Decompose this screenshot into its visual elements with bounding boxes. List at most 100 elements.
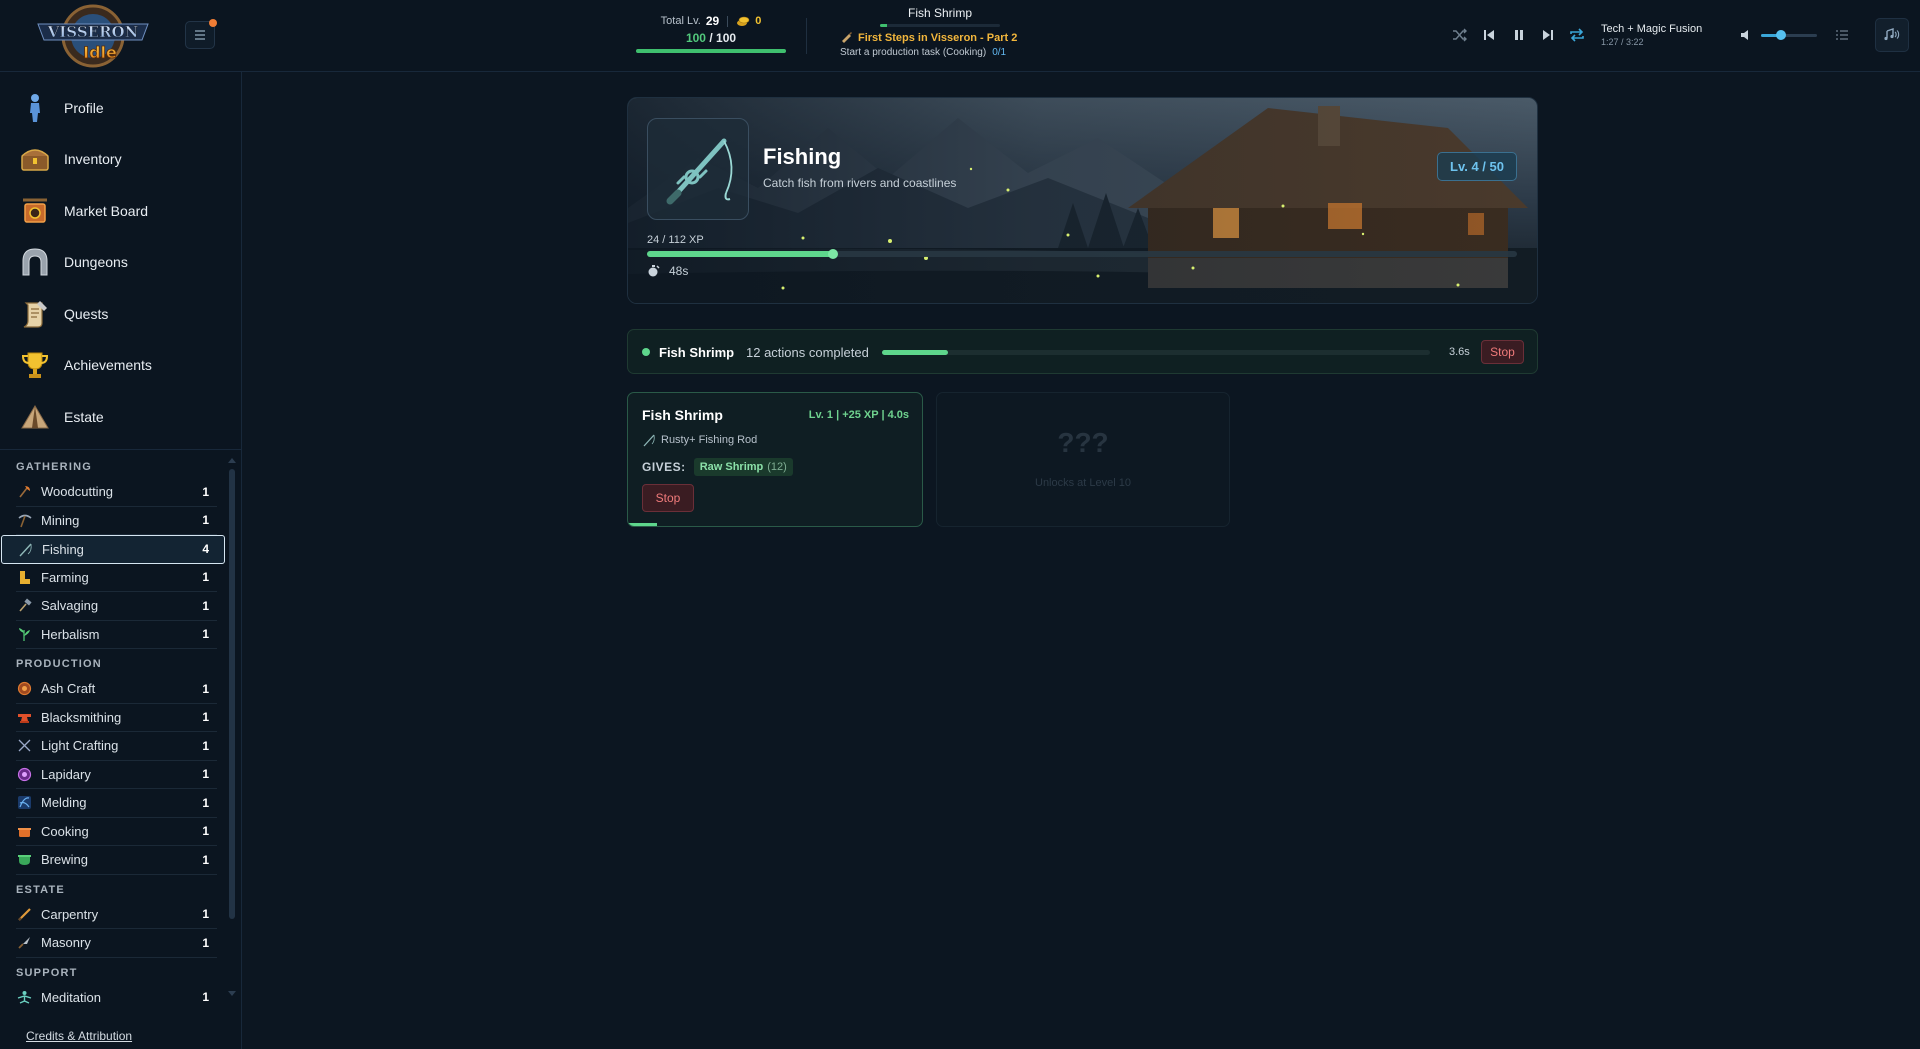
skill-woodcutting[interactable]: Woodcutting 1 bbox=[16, 478, 217, 507]
svg-text:Idle: Idle bbox=[83, 43, 117, 62]
skill-light-crafting[interactable]: Light Crafting 1 bbox=[16, 732, 217, 761]
active-task-count: 12 actions completed bbox=[746, 345, 869, 360]
playlist-button[interactable] bbox=[1835, 28, 1849, 46]
skill-label: Mining bbox=[41, 512, 80, 528]
skill-level: 1 bbox=[202, 710, 209, 725]
skill-level: 1 bbox=[202, 824, 209, 839]
nav-achievements[interactable]: Achievements bbox=[0, 340, 241, 392]
skill-label: Brewing bbox=[41, 852, 88, 868]
nav-quests[interactable]: Quests bbox=[0, 288, 241, 340]
reward-item-qty: (12) bbox=[767, 461, 787, 473]
skill-blacksmithing[interactable]: Blacksmithing 1 bbox=[16, 704, 217, 732]
skill-label: Meditation bbox=[41, 989, 101, 1005]
action-card-fish-shrimp[interactable]: Fish Shrimp Lv. 1 | +25 XP | 4.0s Rusty+… bbox=[627, 392, 923, 527]
total-level-panel: Total Lv. 29 0 100 / 100 bbox=[636, 14, 786, 53]
credits-link[interactable]: Credits & Attribution bbox=[26, 1029, 132, 1043]
scrollbar-thumb[interactable] bbox=[229, 469, 235, 919]
energy-bar bbox=[636, 49, 786, 53]
skill-lapidary[interactable]: Lapidary 1 bbox=[16, 761, 217, 789]
nav-estate[interactable]: Estate bbox=[0, 391, 241, 443]
pause-button[interactable] bbox=[1510, 26, 1528, 44]
skill-mining[interactable]: Mining 1 bbox=[16, 507, 217, 535]
skill-hero-banner: Fishing Catch fish from rivers and coast… bbox=[627, 97, 1538, 304]
track-title: Tech + Magic Fusion bbox=[1601, 23, 1703, 35]
shuffle-icon bbox=[1453, 28, 1467, 42]
skill-label: Carpentry bbox=[41, 906, 99, 922]
skill-xp-bar bbox=[647, 249, 1517, 259]
skill-label: Lapidary bbox=[41, 766, 91, 782]
skill-label: Melding bbox=[41, 795, 87, 811]
nav-label: Profile bbox=[64, 99, 104, 116]
locked-action-card: ??? Unlocks at Level 10 bbox=[936, 392, 1230, 527]
nav-label: Market Board bbox=[64, 202, 149, 219]
shuffle-button[interactable] bbox=[1451, 26, 1469, 44]
skill-herbalism[interactable]: Herbalism 1 bbox=[16, 621, 217, 649]
skill-label: Herbalism bbox=[41, 626, 100, 642]
active-task-name: Fish Shrimp bbox=[659, 345, 735, 360]
melding-icon bbox=[16, 795, 32, 811]
skill-melding[interactable]: Melding 1 bbox=[16, 789, 217, 818]
saw-icon bbox=[16, 906, 32, 922]
nav-profile[interactable]: Profile bbox=[0, 82, 241, 134]
sidebar-toggle-button[interactable] bbox=[185, 19, 217, 49]
active-task-bar: Fish Shrimp 12 actions completed 3.6s St… bbox=[627, 329, 1538, 374]
skill-level: 1 bbox=[202, 681, 209, 696]
current-action-progress bbox=[880, 24, 1000, 27]
skill-brewing[interactable]: Brewing 1 bbox=[16, 846, 217, 875]
hammer-icon bbox=[16, 598, 32, 614]
reward-item-pill: Raw Shrimp (12) bbox=[693, 458, 793, 476]
repeat-button[interactable] bbox=[1568, 26, 1586, 44]
quest-task: Start a production task (Cooking) bbox=[840, 47, 987, 58]
music-toggle-button[interactable] bbox=[1875, 18, 1909, 52]
action-tool-name: Rusty+ Fishing Rod bbox=[661, 434, 758, 446]
fishing-rod-icon bbox=[666, 138, 733, 205]
gold-value: 0 bbox=[755, 15, 762, 27]
music-note-icon bbox=[1884, 28, 1900, 41]
skill-label: Farming bbox=[41, 569, 89, 585]
locked-mystery-text: ??? bbox=[1057, 427, 1109, 458]
current-action-title: Fish Shrimp bbox=[907, 6, 972, 20]
previous-track-button[interactable] bbox=[1480, 26, 1498, 44]
skill-farming[interactable]: Farming 1 bbox=[16, 564, 217, 592]
quest-task-progress: 0/1 bbox=[992, 47, 1007, 58]
skill-carpentry[interactable]: Carpentry 1 bbox=[16, 901, 217, 929]
action-progress bbox=[628, 523, 922, 526]
skill-list: GATHERING Woodcutting 1 Mining 1 Fishing… bbox=[0, 452, 242, 1007]
skill-fishing[interactable]: Fishing 4 bbox=[1, 535, 225, 564]
skill-ash-craft[interactable]: Ash Craft 1 bbox=[16, 675, 217, 704]
quest-scroll-icon bbox=[842, 32, 852, 43]
active-task-stop-button[interactable]: Stop bbox=[1481, 340, 1524, 364]
person-icon bbox=[20, 93, 50, 123]
fishing-skill-icon bbox=[647, 118, 749, 220]
quest-tracker[interactable]: Fish Shrimp First Steps in Visseron - Pa… bbox=[840, 6, 1040, 58]
action-gives: GIVES: Raw Shrimp (12) bbox=[642, 458, 793, 476]
svg-text:VISSERON: VISSERON bbox=[47, 23, 139, 41]
skill-salvaging[interactable]: Salvaging 1 bbox=[16, 592, 217, 621]
sidebar-scrollbar[interactable] bbox=[228, 457, 236, 997]
section-gathering: GATHERING bbox=[16, 461, 92, 473]
gold-coins-icon bbox=[737, 16, 750, 26]
market-icon bbox=[20, 196, 50, 226]
game-logo[interactable]: VISSERON Idle bbox=[28, 2, 158, 70]
fishing-rod-icon bbox=[17, 541, 33, 557]
repeat-icon bbox=[1570, 28, 1584, 42]
nav-dungeons[interactable]: Dungeons bbox=[0, 237, 241, 289]
action-name: Fish Shrimp bbox=[642, 407, 723, 423]
skill-level: 1 bbox=[202, 907, 209, 922]
action-meta: Lv. 1 | +25 XP | 4.0s bbox=[808, 409, 909, 421]
energy-max: 100 bbox=[716, 31, 737, 45]
action-stop-button[interactable]: Stop bbox=[642, 484, 694, 512]
nav-market-board[interactable]: Market Board bbox=[0, 185, 241, 237]
nav-label: Achievements bbox=[64, 357, 152, 374]
volume-slider[interactable] bbox=[1761, 30, 1817, 40]
skill-meditation[interactable]: Meditation 1 bbox=[16, 984, 217, 1008]
nav-inventory[interactable]: Inventory bbox=[0, 134, 241, 186]
pot-icon bbox=[16, 823, 32, 839]
gives-label: GIVES: bbox=[642, 460, 686, 474]
skill-cooking[interactable]: Cooking 1 bbox=[16, 818, 217, 846]
trophy-icon bbox=[20, 350, 50, 380]
next-track-button[interactable] bbox=[1539, 26, 1557, 44]
skill-label: Blacksmithing bbox=[41, 709, 122, 725]
volume-button[interactable] bbox=[1740, 28, 1754, 46]
skill-masonry[interactable]: Masonry 1 bbox=[16, 929, 217, 958]
